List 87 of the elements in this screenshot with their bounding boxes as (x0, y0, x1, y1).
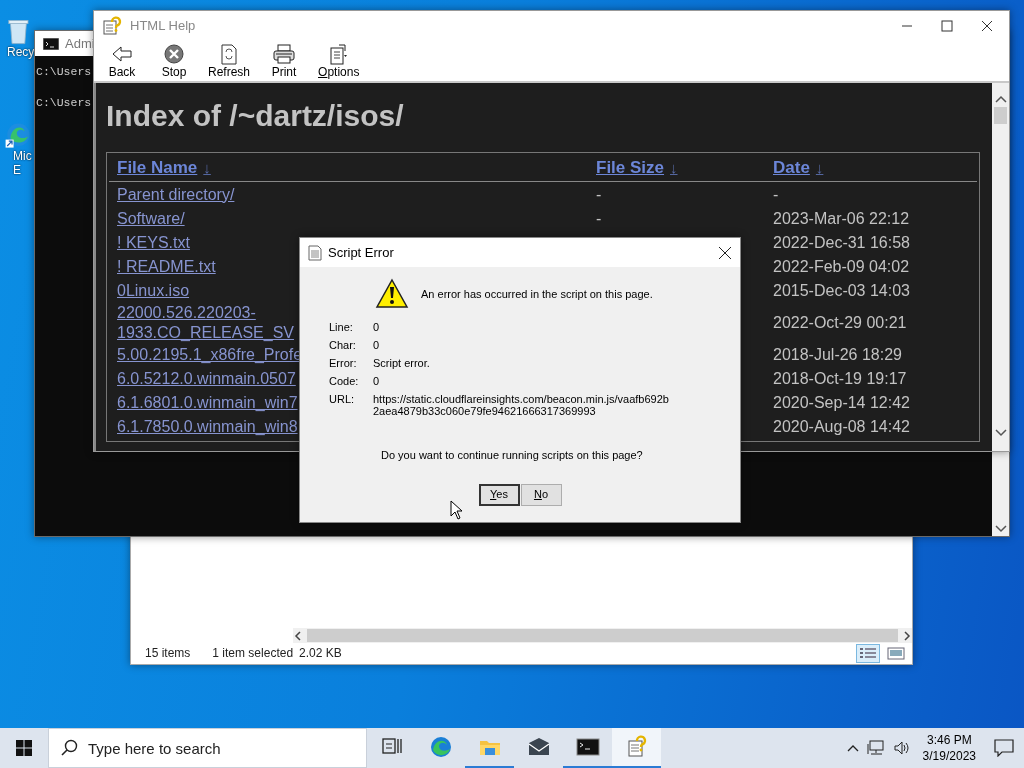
page-heading: Index of /~dartz/isos/ (106, 98, 405, 134)
dialog-button[interactable]: No (520, 483, 562, 506)
file-link[interactable]: 6.0.5212.0.winmain.0507 (117, 368, 296, 389)
toolbar-button[interactable]: Stop (152, 41, 196, 81)
dialog-button[interactable]: Yes (478, 483, 520, 506)
file-date: 2018-Jul-26 18:29 (773, 344, 902, 365)
file-date: 2022-Oct-29 00:21 (773, 312, 907, 333)
scrollbar-thumb[interactable] (994, 107, 1007, 124)
detail-label: Char: (329, 339, 357, 352)
toolbar-button[interactable]: Options (314, 41, 364, 81)
file-link[interactable]: 5.00.2195.1_x86fre_Profe (117, 344, 303, 365)
file-date: 2018-Oct-19 19:17 (773, 368, 907, 389)
detail-label: Code: (329, 375, 360, 388)
dialog-question: Do you want to continue running scripts on this page? (381, 448, 644, 463)
file-date: 2022-Feb-09 04:02 (773, 256, 910, 277)
details-view-icon[interactable] (859, 645, 877, 661)
file-link[interactable]: 6.1.7850.0.winmain_win8 (117, 416, 298, 437)
sort-link[interactable]: ↓ (815, 156, 824, 179)
notification-icon[interactable] (994, 739, 1014, 757)
file-size: - (596, 208, 602, 229)
file-date: 2015-Dec-03 14:03 (773, 280, 910, 301)
clock-time: 3:46 PM (926, 732, 972, 748)
console-icon (43, 37, 59, 50)
scroll-up-icon[interactable] (994, 95, 1007, 103)
window-title: HTML Help (130, 17, 196, 36)
detail-value: https://static.cloudflareinsights.com/beacon.min.js/vaafb692b 2aea4879b33c060e79fe94621666317369993 (373, 393, 669, 417)
clock-date: 3/19/2023 (922, 748, 976, 764)
column-header-link[interactable]: Date (773, 155, 810, 181)
detail-value: Script error. (373, 357, 430, 370)
file-link[interactable]: 22000.526.220203- 1933.CO_RELEASE_SV (117, 302, 294, 343)
detail-value: 0 (373, 375, 380, 388)
detail-label: Line: (329, 321, 354, 334)
file-date: - (773, 184, 779, 205)
toolbar-button[interactable]: Refresh (204, 41, 255, 81)
detail-value: 0 (373, 321, 380, 334)
file-link[interactable]: ! README.txt (117, 256, 216, 277)
toolbar-button[interactable]: Print (262, 41, 307, 81)
detail-label: URL: (329, 393, 356, 407)
help-file-icon (102, 16, 122, 36)
error-message: An error has occurred in the script on this page. (421, 286, 653, 302)
console-icon (575, 735, 600, 759)
scroll-down-icon[interactable] (994, 429, 1007, 437)
file-link[interactable]: 0Linux.iso (117, 280, 190, 301)
dialog-title: Script Error (328, 243, 394, 262)
maximize-icon[interactable] (941, 20, 953, 32)
network-icon[interactable] (866, 740, 885, 756)
scrollbar-thumb[interactable] (307, 629, 898, 642)
scroll-right-icon[interactable] (902, 630, 912, 641)
close-icon[interactable] (981, 20, 993, 32)
volume-icon[interactable] (892, 740, 911, 756)
console-line: C:\Users (36, 96, 92, 109)
clock[interactable]: 3:46 PM 3/19/2023 (918, 732, 986, 764)
file-link[interactable]: 6.1.6801.0.winmain_win7 (117, 392, 298, 413)
windows-start-icon[interactable] (16, 740, 32, 756)
file-link[interactable]: Parent directory/ (117, 184, 235, 205)
detail-label: Error: (329, 357, 358, 370)
console-line: C:\Users (36, 65, 92, 78)
search-icon (60, 739, 78, 757)
scroll-down-icon[interactable] (994, 525, 1007, 533)
edge-browser-icon (428, 735, 453, 759)
document-icon (308, 244, 322, 261)
status-text: 15 items (145, 645, 191, 662)
file-date: 2020-Aug-08 14:42 (773, 416, 910, 437)
sort-link[interactable]: ↓ (670, 156, 678, 179)
column-header-link[interactable]: File Name (117, 155, 198, 181)
file-link[interactable]: ! KEYS.txt (117, 232, 190, 253)
file-date: 2020-Sep-14 12:42 (773, 392, 910, 413)
status-text: 2.02 KB (299, 645, 342, 662)
mouse-pointer-icon (450, 500, 464, 520)
close-icon[interactable] (718, 245, 732, 260)
scroll-left-icon[interactable] (293, 630, 303, 641)
toolbar-button[interactable]: Back (100, 41, 144, 81)
desktop-icon-label[interactable]: Recy (3, 45, 35, 59)
sort-link[interactable]: ↓ (203, 156, 211, 179)
search-field[interactable]: Type here to search (48, 728, 367, 768)
warning-icon (375, 278, 409, 310)
file-link[interactable]: Software/ (117, 208, 185, 229)
edge-shortcut-icon[interactable] (4, 122, 33, 149)
status-text: 1 item selected (212, 645, 294, 662)
detail-value: 0 (373, 339, 380, 352)
desktop-icon-label[interactable]: Mic (3, 149, 32, 163)
file-date: 2023-Mar-06 22:12 (773, 208, 910, 229)
desktop-icon-label[interactable]: E (3, 163, 21, 177)
file-size: - (596, 184, 602, 205)
column-header-link[interactable]: File Size (596, 155, 665, 181)
chevron-up-icon[interactable] (846, 744, 859, 752)
file-date: 2022-Dec-31 16:58 (773, 232, 910, 253)
